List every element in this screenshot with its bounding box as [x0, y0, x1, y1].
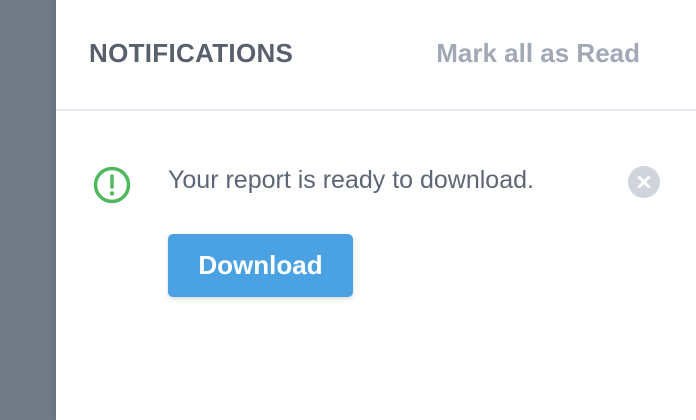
download-button[interactable]: Download — [168, 234, 353, 297]
backdrop-overlay[interactable] — [0, 0, 56, 420]
close-notification-button[interactable] — [628, 166, 660, 198]
panel-title: NOTIFICATIONS — [89, 38, 294, 68]
close-circle-icon — [628, 166, 660, 198]
notification-item: Your report is ready to download. Downlo… — [56, 111, 696, 420]
page: NOTIFICATIONS Mark all as Read Your repo… — [0, 0, 696, 420]
notifications-panel: NOTIFICATIONS Mark all as Read Your repo… — [56, 0, 696, 420]
alert-circle-icon — [93, 166, 131, 204]
notification-message: Your report is ready to download. — [168, 166, 534, 194]
panel-header: NOTIFICATIONS Mark all as Read — [56, 0, 696, 111]
mark-all-read-link[interactable]: Mark all as Read — [436, 38, 640, 69]
